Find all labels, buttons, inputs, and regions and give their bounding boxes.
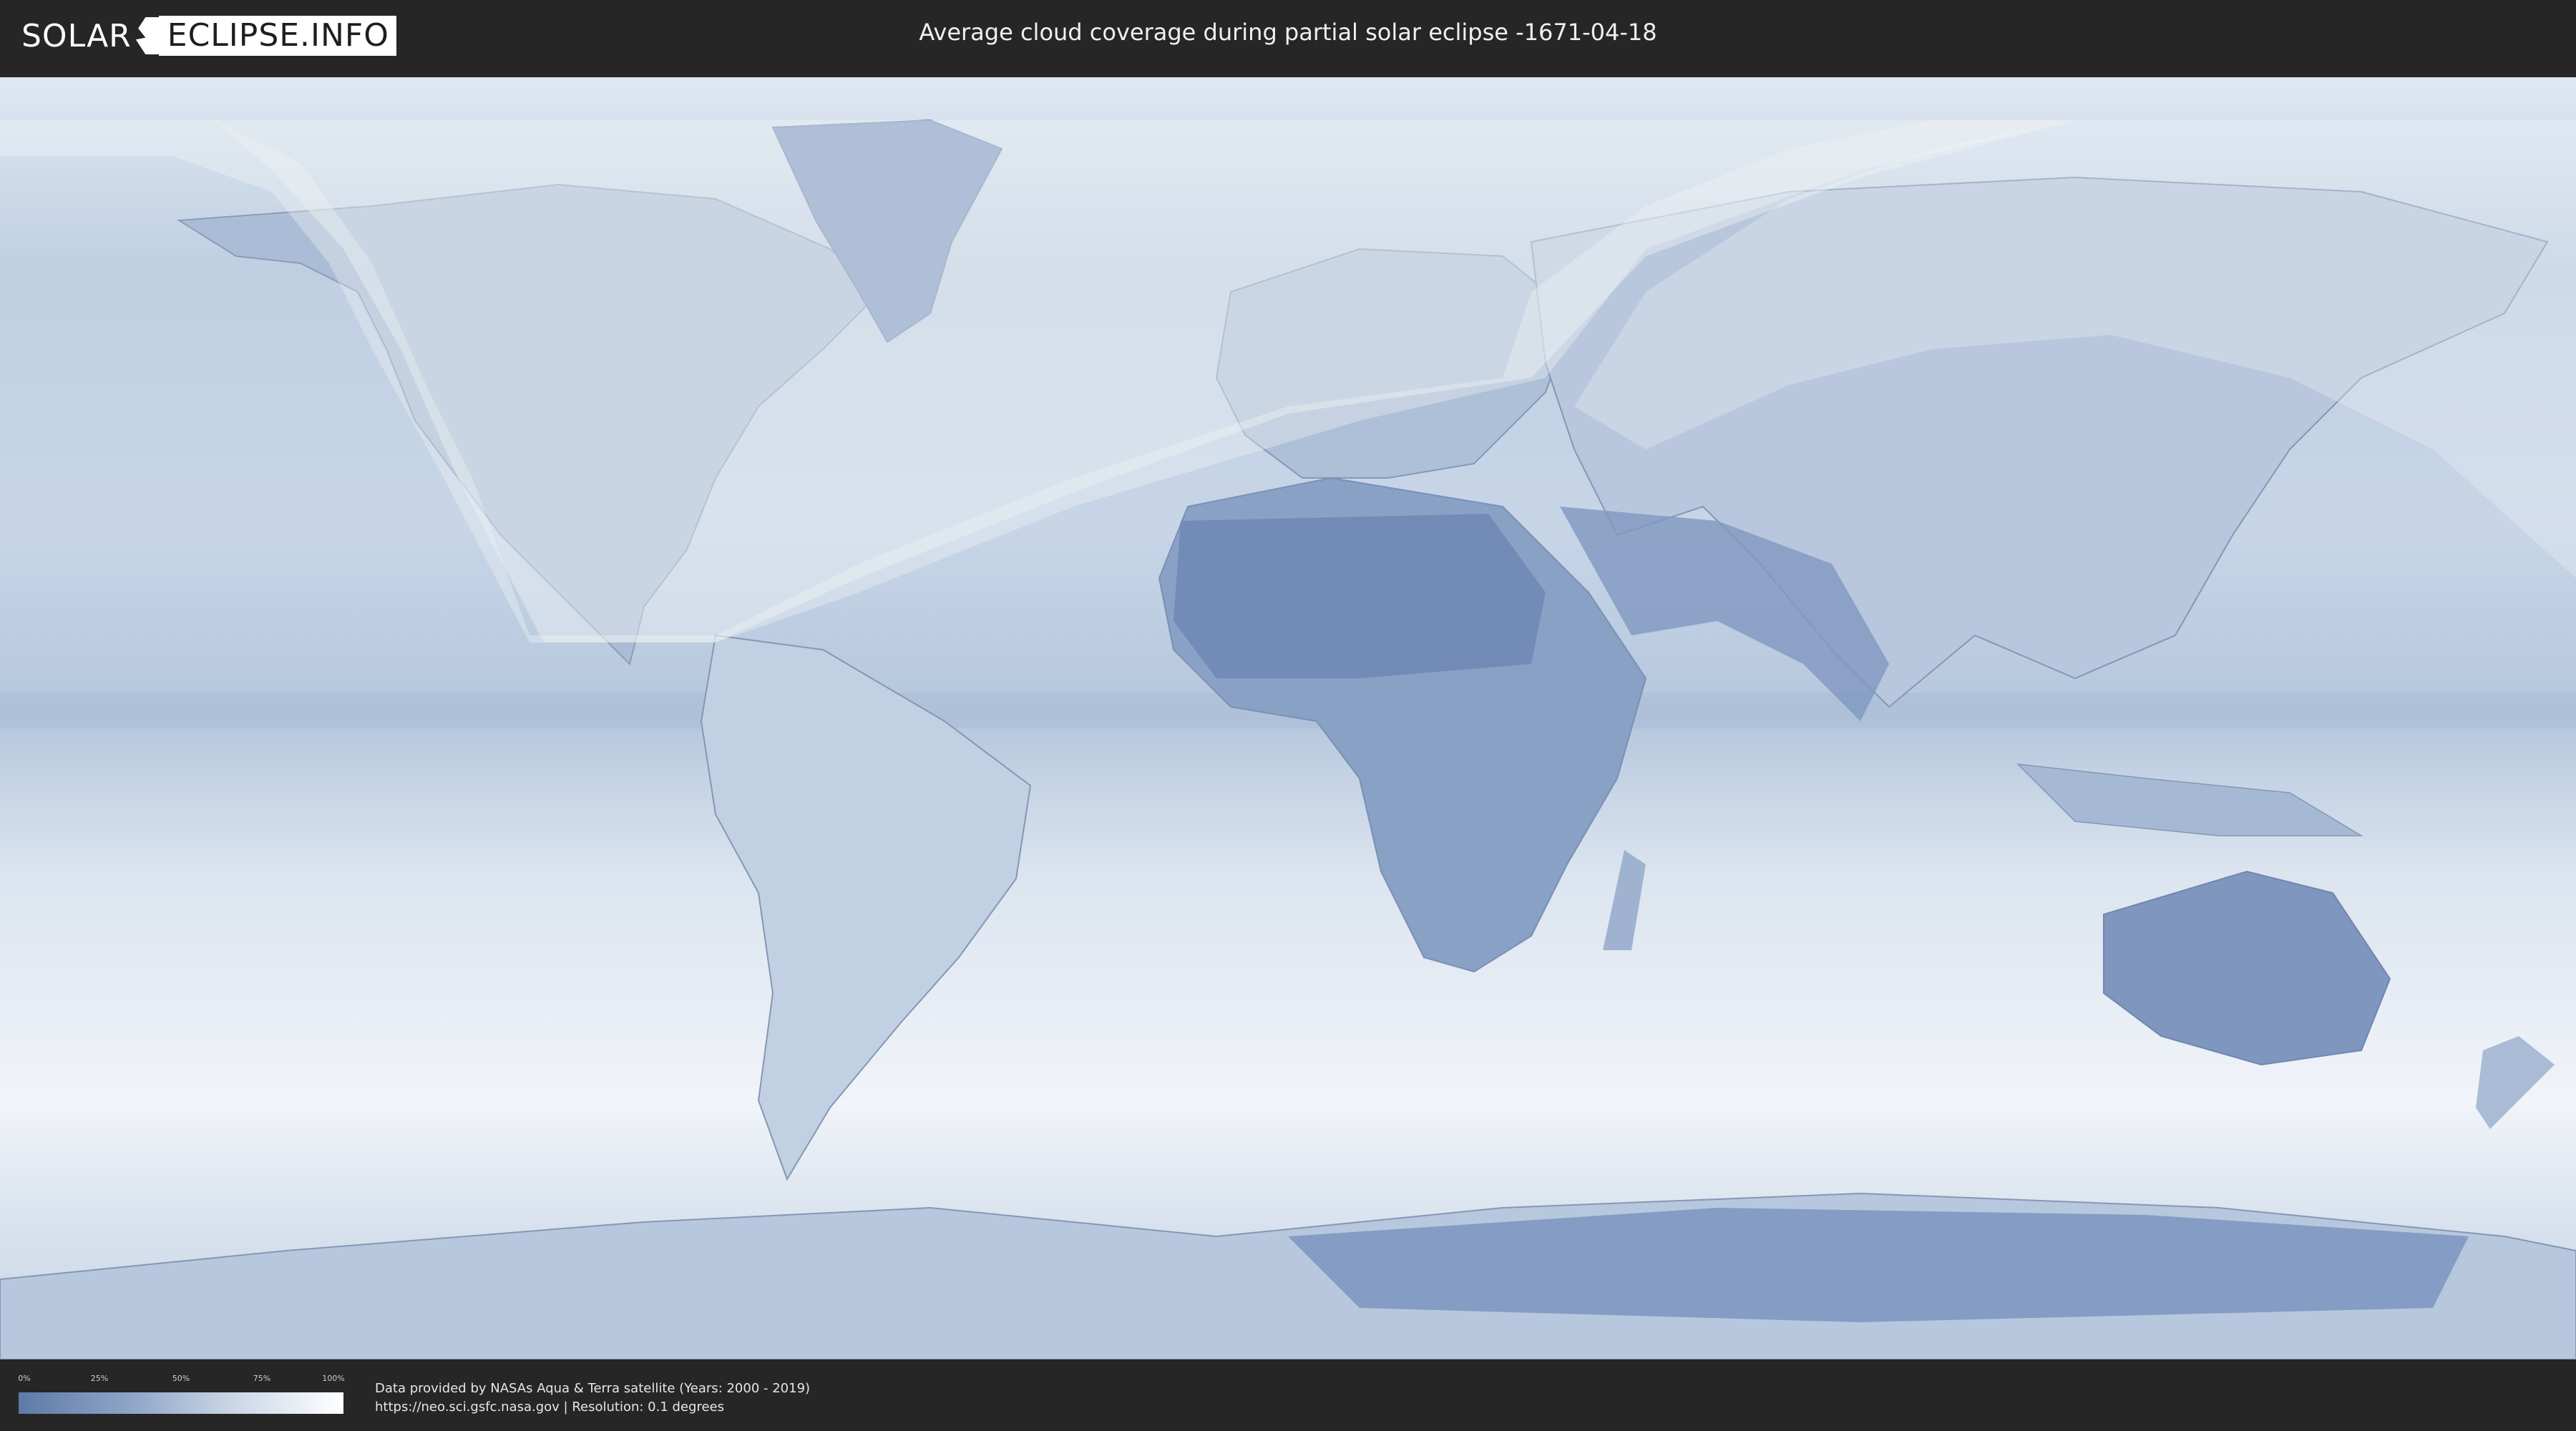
legend-tick-75: 75% — [253, 1374, 271, 1383]
legend-tick-25: 25% — [90, 1374, 109, 1383]
credits-line-1: Data provided by NASAs Aqua & Terra sate… — [375, 1381, 811, 1396]
legend-ticks: 0% 25% 50% 75% 100% — [18, 1374, 345, 1384]
sahara-region — [1174, 514, 1546, 678]
cloud-coverage-map[interactable] — [0, 77, 2576, 1359]
legend-tick-50: 50% — [172, 1374, 190, 1383]
data-credits: Data provided by NASAs Aqua & Terra sate… — [375, 1379, 810, 1417]
legend-color-bar — [19, 1392, 343, 1414]
credits-line-2: https://neo.sci.gsfc.nasa.gov | Resoluti… — [375, 1400, 724, 1415]
page-title: Average cloud coverage during partial so… — [919, 19, 1657, 46]
top-bar: SOLAR ECLIPSE.INFO Average cloud coverag… — [0, 0, 2576, 72]
world-map-svg — [0, 77, 2576, 1359]
east-antarctica-cloudless — [1288, 1208, 2469, 1322]
legend-tick-0: 0% — [18, 1374, 31, 1383]
cloud-coverage-legend: 0% 25% 50% 75% 100% — [18, 1374, 345, 1414]
legend-tick-100: 100% — [322, 1374, 345, 1383]
